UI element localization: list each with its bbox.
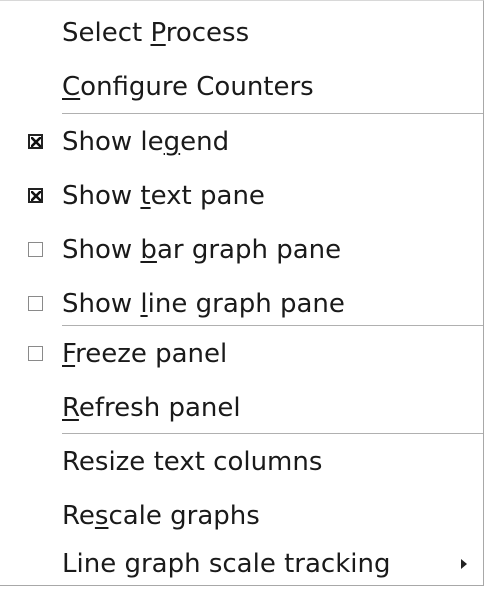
menu-item-configure-counters[interactable]: Configure Counters bbox=[0, 60, 483, 114]
menu-item-resize-text-columns[interactable]: Resize text columns bbox=[0, 435, 483, 489]
menu-item-label: Show text pane bbox=[62, 181, 265, 211]
menu-item-show-bar-graph-pane[interactable]: Show bar graph pane bbox=[0, 223, 483, 277]
menu-item-label: Freeze panel bbox=[62, 339, 228, 369]
menu-item-freeze-panel[interactable]: Freeze panel bbox=[0, 327, 483, 381]
menu-item-refresh-panel[interactable]: Refresh panel bbox=[0, 381, 483, 435]
menu-item-show-text-pane[interactable]: Show text pane bbox=[0, 169, 483, 223]
submenu-arrow-icon bbox=[461, 559, 467, 569]
menu-item-show-legend[interactable]: Show legend bbox=[0, 115, 483, 169]
menu-separator bbox=[62, 113, 483, 114]
checkbox-unchecked-icon bbox=[28, 296, 43, 311]
context-menu: Select Process Configure Counters Show l… bbox=[0, 0, 484, 586]
menu-item-label: Configure Counters bbox=[62, 72, 314, 102]
menu-item-rescale-graphs[interactable]: Rescale graphs bbox=[0, 489, 483, 543]
menu-item-label: Show legend bbox=[62, 127, 230, 157]
menu-item-label: Show line graph pane bbox=[62, 289, 345, 319]
menu-separator bbox=[62, 433, 483, 434]
checkbox-unchecked-icon bbox=[28, 242, 43, 257]
menu-item-label: Rescale graphs bbox=[62, 501, 260, 531]
menu-item-label: Refresh panel bbox=[62, 393, 241, 423]
menu-item-select-process[interactable]: Select Process bbox=[0, 6, 483, 60]
menu-item-show-line-graph-pane[interactable]: Show line graph pane bbox=[0, 277, 483, 331]
menu-item-label: Line graph scale tracking bbox=[62, 549, 391, 579]
checkbox-unchecked-icon bbox=[28, 346, 43, 361]
menu-separator bbox=[62, 325, 483, 326]
menu-item-label: Select Process bbox=[62, 18, 250, 48]
menu-item-line-graph-scale-tracking[interactable]: Line graph scale tracking bbox=[0, 537, 483, 591]
menu-item-label: Show bar graph pane bbox=[62, 235, 342, 265]
menu-item-label: Resize text columns bbox=[62, 447, 323, 477]
checkbox-checked-icon bbox=[28, 134, 43, 149]
checkbox-checked-icon bbox=[28, 188, 43, 203]
